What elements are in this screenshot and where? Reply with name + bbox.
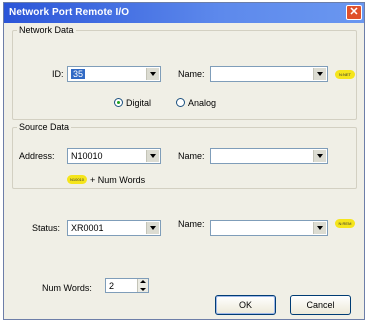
address-label: Address: [19,151,55,161]
status-name-label: Name: [178,219,205,229]
address-value: N10010 [71,151,103,161]
id-value: 35 [71,69,86,79]
network-data-label: Network Data [17,25,76,35]
source-name-label: Name: [178,151,205,161]
chevron-down-icon[interactable] [146,150,159,162]
address-select[interactable]: N10010 [67,148,161,164]
status-select[interactable]: XR0001 [67,220,161,236]
status-value: XR0001 [71,223,104,233]
network-highlight-bubble: N:NET [335,70,355,79]
status-name-select[interactable] [210,220,328,236]
network-name-label: Name: [178,69,205,79]
ok-button[interactable]: OK [215,295,276,315]
status-label: Status: [32,223,61,233]
chevron-down-icon[interactable] [313,68,326,80]
num-words-hint: + Num Words [90,175,146,185]
analog-radio[interactable] [176,98,185,107]
chevron-down-icon[interactable] [146,222,159,234]
num-words-stepper[interactable]: 2 [105,278,149,293]
cancel-button[interactable]: Cancel [290,295,351,315]
source-highlight-bubble: N10010 [67,175,87,184]
source-data-label: Source Data [17,122,72,132]
digital-radio[interactable] [114,98,123,107]
window-title: Network Port Remote I/O [9,7,130,18]
network-name-select[interactable] [210,66,328,82]
close-icon[interactable]: ✕ [346,5,362,20]
title-bar[interactable]: Network Port Remote I/O ✕ [4,3,364,23]
id-select[interactable]: 35 [67,66,161,82]
chevron-down-icon[interactable] [313,150,326,162]
status-highlight-bubble: N:REM [335,219,355,228]
analog-label[interactable]: Analog [188,98,216,108]
chevron-down-icon[interactable] [146,68,159,80]
spin-arrows-icon[interactable] [137,279,148,292]
remote-io-dialog: Network Port Remote I/O ✕ Network Data I… [3,2,365,320]
num-words-label: Num Words: [42,283,92,293]
num-words-value: 2 [109,281,115,291]
id-label: ID: [52,69,64,79]
source-name-select[interactable] [210,148,328,164]
chevron-down-icon[interactable] [313,222,326,234]
digital-label[interactable]: Digital [126,98,151,108]
